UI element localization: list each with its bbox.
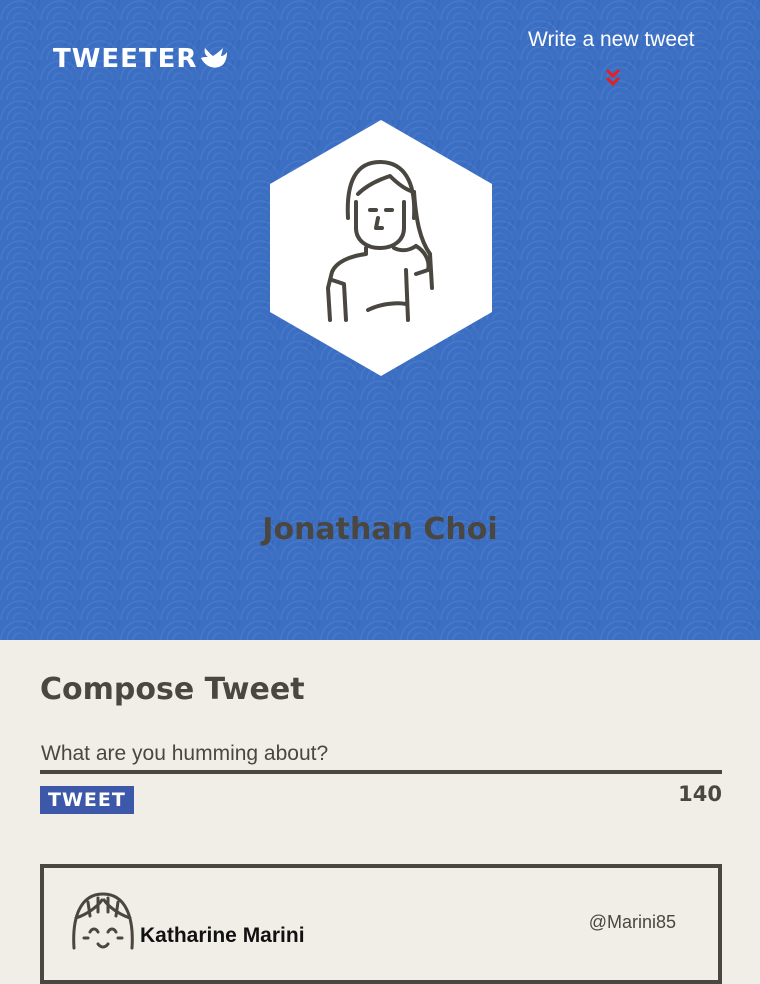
avatar-icon (72, 892, 134, 950)
tweet-input[interactable] (40, 742, 722, 774)
logo[interactable]: TWEETER (53, 44, 229, 74)
profile-name: Jonathan Choi (262, 512, 498, 547)
double-chevron-down-icon[interactable] (605, 68, 621, 88)
tweet-author-name: Katharine Marini (140, 924, 305, 947)
tweet-author-handle: @Marini85 (588, 912, 676, 932)
write-new-tweet-link[interactable]: Write a new tweet (528, 28, 695, 52)
char-counter: 140 (678, 782, 722, 806)
bird-icon (201, 48, 228, 68)
profile-header: TWEETER Write a new tweet Jonathan Choi (0, 0, 760, 640)
compose-title: Compose Tweet (40, 672, 305, 707)
logo-text: TWEETER (53, 44, 198, 74)
tweet-card: Katharine Marini @Marini85 (40, 864, 722, 984)
tweet-button[interactable]: TWEET (40, 786, 134, 814)
profile-avatar (270, 120, 492, 376)
compose-section: Compose Tweet TWEET 140 (40, 672, 722, 814)
